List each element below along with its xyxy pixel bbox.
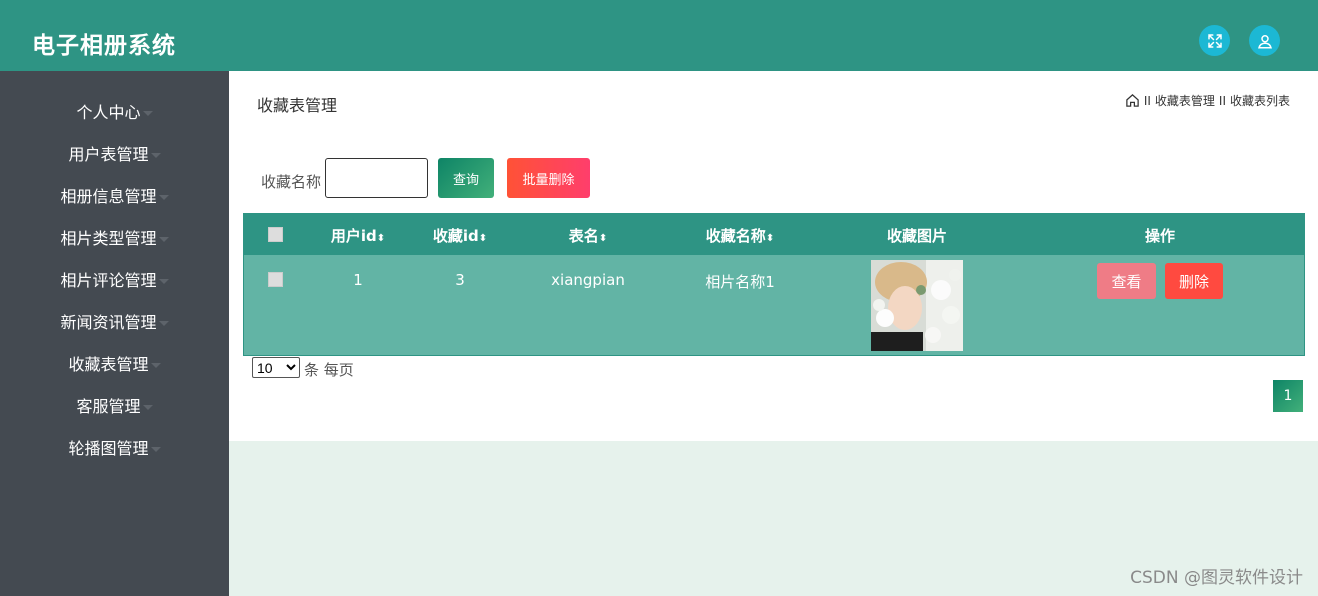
table-header: 用户id⬍ 收藏id⬍ 表名⬍ 收藏名称⬍ 收藏图片 操作: [244, 214, 1304, 255]
home-icon[interactable]: [1125, 93, 1140, 108]
watermark: CSDN @图灵软件设计: [1130, 568, 1303, 588]
caret-down-icon: [158, 236, 169, 242]
sidebar-item-customer-service[interactable]: 客服管理: [0, 390, 229, 420]
favorites-table: 用户id⬍ 收藏id⬍ 表名⬍ 收藏名称⬍ 收藏图片 操作 1 3 xiangp…: [243, 213, 1305, 356]
sidebar-item-label: 相册信息管理: [60, 187, 157, 206]
query-button[interactable]: 查询: [438, 158, 494, 198]
favorite-photo[interactable]: [871, 260, 963, 351]
caret-down-icon: [158, 194, 169, 200]
search-label: 收藏名称: [261, 173, 322, 191]
sidebar-item-label: 收藏表管理: [68, 355, 149, 374]
top-bar: 电子相册系统: [0, 0, 1318, 71]
breadcrumb-separator: II: [1218, 93, 1226, 108]
sidebar-item-label: 用户表管理: [68, 145, 149, 164]
sidebar-item-favorites[interactable]: 收藏表管理: [0, 348, 229, 378]
sidebar-item-label: 相片类型管理: [60, 229, 157, 248]
table-row: 1 3 xiangpian 相片名称1 查看 删除: [244, 255, 1304, 355]
page-button-current[interactable]: 1: [1273, 380, 1303, 412]
page-size-label: 条 每页: [304, 361, 354, 379]
sidebar-item-label: 相片评论管理: [60, 271, 157, 290]
breadcrumb-item-list: 收藏表列表: [1229, 94, 1290, 108]
cell-fav-id: 3: [455, 271, 465, 289]
sidebar-item-photo-comments[interactable]: 相片评论管理: [0, 264, 229, 294]
sidebar-item-albums[interactable]: 相册信息管理: [0, 180, 229, 210]
page-title: 收藏表管理: [257, 96, 338, 115]
column-header-actions: 操作: [1144, 227, 1175, 245]
view-button[interactable]: 查看: [1097, 263, 1156, 299]
page-size-select[interactable]: 10: [252, 357, 300, 378]
row-checkbox[interactable]: [268, 272, 283, 287]
cell-table-name: xiangpian: [551, 271, 625, 289]
user-icon: [1257, 34, 1272, 48]
delete-button[interactable]: 删除: [1165, 263, 1223, 299]
sidebar-item-users[interactable]: 用户表管理: [0, 138, 229, 168]
breadcrumb-separator: II: [1143, 93, 1151, 108]
sidebar-item-label: 轮播图管理: [68, 439, 149, 458]
column-header-table-name[interactable]: 表名⬍: [538, 225, 638, 246]
sidebar-item-personal-center[interactable]: 个人中心: [0, 96, 229, 126]
app-title: 电子相册系统: [32, 33, 176, 59]
fullscreen-icon: [1207, 33, 1222, 48]
sort-icon: ⬍: [376, 233, 386, 244]
caret-down-icon: [150, 362, 161, 368]
sidebar-item-label: 客服管理: [76, 397, 141, 416]
sort-icon: ⬍: [765, 233, 775, 244]
select-all-checkbox[interactable]: [268, 227, 283, 242]
caret-down-icon: [158, 320, 169, 326]
breadcrumb-item-favorites[interactable]: 收藏表管理: [1155, 92, 1215, 109]
caret-down-icon: [158, 278, 169, 284]
user-button[interactable]: [1249, 25, 1280, 56]
caret-down-icon: [142, 110, 153, 116]
caret-down-icon: [142, 404, 153, 410]
batch-delete-button[interactable]: 批量删除: [507, 158, 590, 198]
sort-icon: ⬍: [478, 233, 488, 244]
column-header-fav-id[interactable]: 收藏id⬍: [410, 225, 510, 246]
caret-down-icon: [150, 446, 161, 452]
sidebar-item-label: 新闻资讯管理: [60, 313, 157, 332]
cell-user-id: 1: [353, 271, 363, 289]
column-header-fav-name[interactable]: 收藏名称⬍: [690, 225, 790, 246]
cell-fav-name: 相片名称1: [705, 273, 775, 291]
sidebar-item-carousel[interactable]: 轮播图管理: [0, 432, 229, 462]
fullscreen-button[interactable]: [1199, 25, 1230, 56]
caret-down-icon: [150, 152, 161, 158]
search-input[interactable]: [325, 158, 428, 198]
sidebar-item-label: 个人中心: [76, 103, 141, 122]
column-header-user-id[interactable]: 用户id⬍: [308, 225, 408, 246]
main-content: 收藏表管理 II 收藏表管理 II 收藏表列表 收藏名称 查询 批量删除 用户i…: [229, 71, 1318, 441]
sidebar: 个人中心 用户表管理 相册信息管理 相片类型管理 相片评论管理 新闻资讯管理 收…: [0, 71, 229, 596]
column-header-fav-image: 收藏图片: [886, 227, 947, 245]
breadcrumb: II 收藏表管理 II 收藏表列表: [1125, 92, 1290, 109]
sidebar-item-news[interactable]: 新闻资讯管理: [0, 306, 229, 336]
sort-icon: ⬍: [598, 233, 608, 244]
sidebar-item-photo-types[interactable]: 相片类型管理: [0, 222, 229, 252]
